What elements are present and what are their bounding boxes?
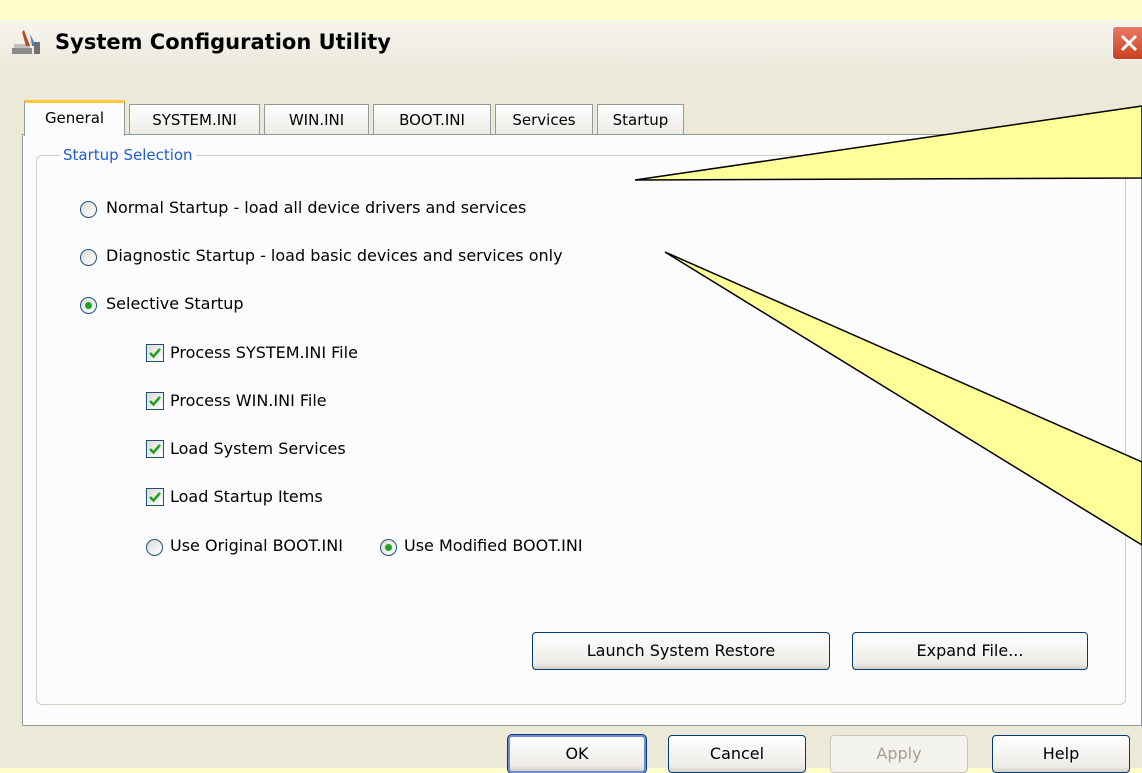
close-icon: [1120, 34, 1138, 52]
diagnostic-startup-label[interactable]: Diagnostic Startup - load basic devices …: [106, 245, 563, 267]
apply-button[interactable]: Apply: [830, 735, 968, 773]
tab-boot-ini[interactable]: BOOT.INI: [373, 104, 491, 134]
selective-startup-label[interactable]: Selective Startup: [106, 293, 244, 315]
cancel-button[interactable]: Cancel: [668, 735, 806, 773]
tab-system-ini[interactable]: SYSTEM.INI: [129, 104, 260, 134]
title-bar[interactable]: System Configuration Utility: [0, 20, 1142, 66]
use-modified-boot-ini-radio[interactable]: [380, 539, 397, 556]
normal-startup-radio[interactable]: [80, 201, 97, 218]
process-win-ini-checkbox[interactable]: [146, 392, 164, 410]
dialog-window: System Configuration Utility General SYS…: [0, 20, 1142, 773]
use-modified-boot-ini-label[interactable]: Use Modified BOOT.INI: [404, 535, 583, 557]
tab-startup[interactable]: Startup: [597, 104, 684, 134]
help-button[interactable]: Help: [992, 735, 1130, 773]
launch-system-restore-button[interactable]: Launch System Restore: [532, 632, 830, 670]
checkmark-icon: [149, 492, 161, 503]
startup-selection-group: [36, 155, 1126, 705]
checkmark-icon: [149, 348, 161, 359]
system-config-icon: [10, 28, 44, 58]
window-title: System Configuration Utility: [55, 30, 391, 54]
tab-services[interactable]: Services: [495, 104, 593, 134]
expand-file-button[interactable]: Expand File...: [852, 632, 1088, 670]
close-button[interactable]: [1112, 26, 1142, 60]
load-system-services-label[interactable]: Load System Services: [170, 438, 346, 460]
load-system-services-checkbox[interactable]: [146, 440, 164, 458]
ok-button[interactable]: OK: [507, 734, 647, 773]
checkmark-icon: [149, 396, 161, 407]
load-startup-items-checkbox[interactable]: [146, 488, 164, 506]
use-original-boot-ini-radio[interactable]: [146, 539, 163, 556]
process-system-ini-label[interactable]: Process SYSTEM.INI File: [170, 342, 358, 364]
checkmark-icon: [149, 444, 161, 455]
diagnostic-startup-radio[interactable]: [80, 249, 97, 266]
process-win-ini-label[interactable]: Process WIN.INI File: [170, 390, 327, 412]
normal-startup-label[interactable]: Normal Startup - load all device drivers…: [106, 197, 526, 219]
selective-startup-radio[interactable]: [80, 297, 97, 314]
tab-win-ini[interactable]: WIN.INI: [264, 104, 369, 134]
process-system-ini-checkbox[interactable]: [146, 344, 164, 362]
group-label: Startup Selection: [60, 146, 196, 164]
tab-general[interactable]: General: [24, 100, 125, 136]
dialog-content: General SYSTEM.INI WIN.INI BOOT.INI Serv…: [10, 66, 1142, 773]
load-startup-items-label[interactable]: Load Startup Items: [170, 486, 323, 508]
use-original-boot-ini-label[interactable]: Use Original BOOT.INI: [170, 535, 343, 557]
